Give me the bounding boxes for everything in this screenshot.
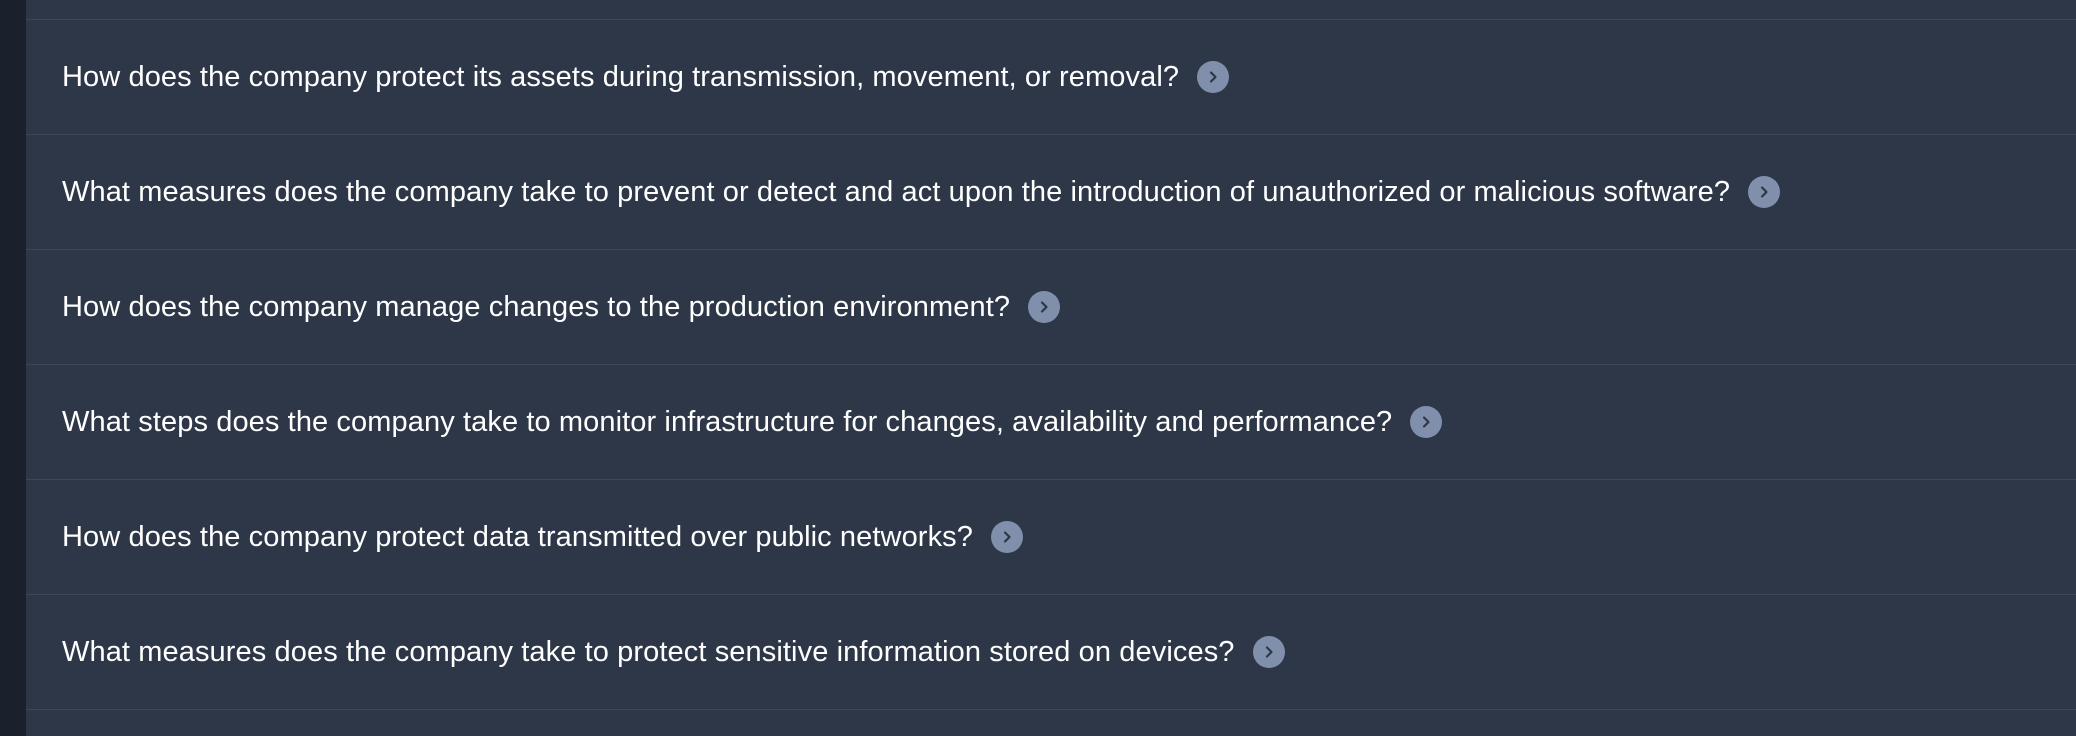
chevron-right-circle-icon[interactable]	[1252, 636, 1285, 668]
chevron-right-circle-icon[interactable]	[1028, 291, 1061, 323]
faq-item[interactable]: How does the company protect its assets …	[26, 20, 2076, 135]
faq-item[interactable]: How does the company protect data transm…	[26, 480, 2076, 595]
chevron-right-circle-icon[interactable]	[1748, 176, 1781, 208]
faq-item[interactable]: What steps does the company take to moni…	[26, 365, 2076, 480]
faq-question[interactable]: What measures does the company take to p…	[62, 177, 1730, 207]
page: How does the company protect its assets …	[0, 0, 2076, 736]
left-sidebar-edge	[0, 0, 26, 736]
faq-list: How does the company protect its assets …	[26, 0, 2076, 736]
faq-item[interactable]: What measures does the company take to p…	[26, 595, 2076, 710]
faq-list-top-divider	[26, 0, 2076, 20]
faq-question[interactable]: How does the company manage changes to t…	[62, 292, 1010, 322]
faq-question[interactable]: What measures does the company take to p…	[62, 637, 1235, 667]
chevron-right-circle-icon[interactable]	[1410, 406, 1443, 438]
faq-item[interactable]: How does the company manage changes to t…	[26, 250, 2076, 365]
faq-question[interactable]: How does the company protect data transm…	[62, 522, 973, 552]
chevron-right-circle-icon[interactable]	[991, 521, 1023, 553]
faq-question[interactable]: What steps does the company take to moni…	[62, 407, 1392, 437]
faq-item[interactable]: What measures does the company take to p…	[26, 135, 2076, 250]
chevron-right-circle-icon[interactable]	[1197, 61, 1230, 93]
faq-question[interactable]: How does the company protect its assets …	[62, 62, 1179, 92]
